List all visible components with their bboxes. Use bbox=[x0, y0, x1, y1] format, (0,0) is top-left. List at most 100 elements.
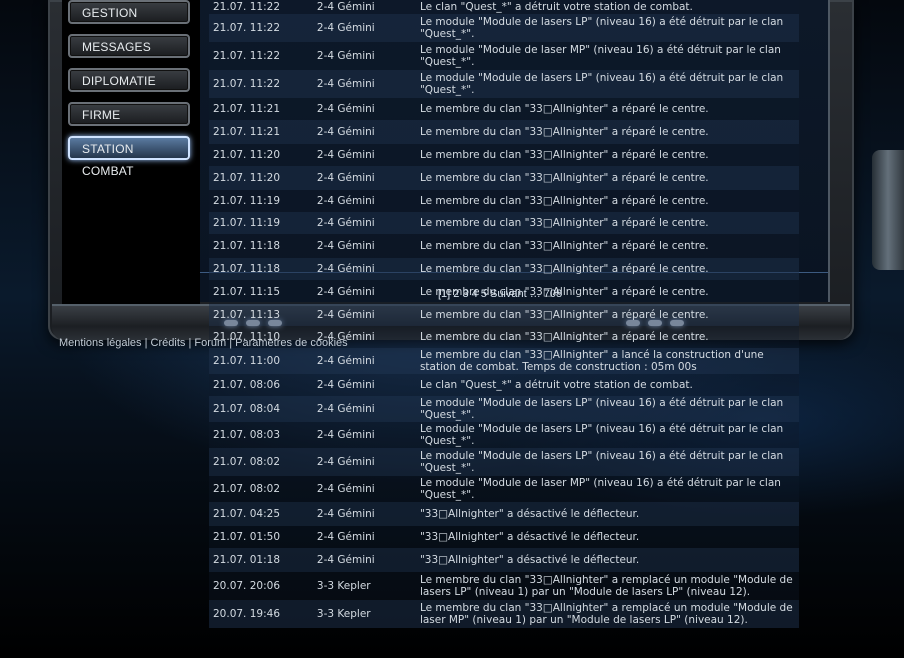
log-message: Le membre du clan "33□Allnighter" a lanc… bbox=[415, 348, 799, 374]
log-message: Le membre du clan "33□Allnighter" a répa… bbox=[415, 166, 799, 190]
log-message: Le membre du clan "33□Allnighter" a répa… bbox=[415, 234, 799, 258]
log-sector: 2-4 Gémini bbox=[312, 70, 416, 98]
log-row: 21.07. 08:06 2-4 Gémini Le clan "Quest_*" … bbox=[209, 374, 799, 396]
log-date: 21.07. 08:04 bbox=[209, 396, 313, 422]
log-message: Le membre du clan "33□Allnighter" a répa… bbox=[415, 326, 799, 348]
log-sector: 3-3 Kepler bbox=[312, 600, 416, 628]
log-message: Le membre du clan "33□Allnighter" a remp… bbox=[415, 572, 799, 600]
log-message: Le clan "Quest_*" a détruit votre statio… bbox=[415, 0, 799, 14]
footer-link-cookies[interactable]: Paramètres de cookies bbox=[235, 337, 348, 349]
menu-button-gestion[interactable]: GESTION bbox=[68, 0, 190, 24]
log-row: 21.07. 11:20 2-4 Gémini Le membre du clan … bbox=[209, 144, 799, 166]
log-row: 21.07. 08:03 2-4 Gémini Le module "Module … bbox=[209, 422, 799, 448]
log-message: Le membre du clan "33□Allnighter" a répa… bbox=[415, 304, 799, 326]
log-sector: 2-4 Gémini bbox=[312, 422, 416, 448]
log-sector: 2-4 Gémini bbox=[312, 280, 416, 304]
log-row: 21.07. 11:19 2-4 Gémini Le membre du clan … bbox=[209, 190, 799, 212]
log-sector: 2-4 Gémini bbox=[312, 448, 416, 476]
log-date: 21.07. 11:22 bbox=[209, 14, 313, 42]
station-graphic bbox=[872, 150, 904, 270]
log-date: 21.07. 01:50 bbox=[209, 526, 313, 548]
log-row: 21.07. 08:02 2-4 Gémini Le module "Module … bbox=[209, 476, 799, 502]
log-row: 21.07. 11:21 2-4 Gémini Le membre du clan … bbox=[209, 98, 799, 120]
log-message: Le membre du clan "33□Allnighter" a répa… bbox=[415, 120, 799, 144]
log-row: 21.07. 11:22 2-4 Gémini Le module "Module … bbox=[209, 42, 799, 70]
log-message: Le membre du clan "33□Allnighter" a remp… bbox=[415, 600, 799, 628]
log-message: "33□Allnighter" a désactivé le déflecteu… bbox=[415, 548, 799, 572]
log-date: 20.07. 20:06 bbox=[209, 572, 313, 600]
log-sector: 2-4 Gémini bbox=[312, 0, 416, 14]
log-date: 21.07. 11:00 bbox=[209, 348, 313, 374]
footer-link-credits[interactable]: Crédits bbox=[151, 337, 186, 349]
log-row: 21.07. 08:02 2-4 Gémini Le module "Module … bbox=[209, 448, 799, 476]
log-row: 21.07. 11:18 2-4 Gémini Le membre du clan … bbox=[209, 234, 799, 258]
log-date: 21.07. 11:22 bbox=[209, 70, 313, 98]
footer-separator: | bbox=[144, 337, 148, 349]
log-date: 21.07. 11:21 bbox=[209, 98, 313, 120]
combat-log-body: 21.07. 11:22 2-4 Gémini Le clan "Quest_*" … bbox=[209, 0, 799, 628]
log-row: 20.07. 20:06 3-3 Kepler Le membre du clan … bbox=[209, 572, 799, 600]
log-date: 21.07. 01:18 bbox=[209, 548, 313, 572]
log-date: 21.07. 11:20 bbox=[209, 144, 313, 166]
log-date: 20.07. 19:46 bbox=[209, 600, 313, 628]
log-sector: 2-4 Gémini bbox=[312, 476, 416, 502]
sidebar: GESTION MESSAGES DIPLOMATIE FIRME STATIO… bbox=[62, 0, 200, 306]
log-message: Le module "Module de lasers LP" (niveau … bbox=[415, 70, 799, 98]
footer-separator: | bbox=[188, 337, 192, 349]
log-sector: 2-4 Gémini bbox=[312, 98, 416, 120]
log-date: 21.07. 11:18 bbox=[209, 258, 313, 280]
log-row: 21.07. 11:21 2-4 Gémini Le membre du clan … bbox=[209, 120, 799, 144]
menu-button-station-combat[interactable]: STATION COMBAT bbox=[68, 136, 190, 178]
log-sector: 2-4 Gémini bbox=[312, 502, 416, 526]
log-date: 21.07. 11:22 bbox=[209, 42, 313, 70]
menu-button-diplomatie[interactable]: DIPLOMATIE bbox=[68, 68, 190, 92]
menu-button-firme[interactable]: FIRME bbox=[68, 102, 190, 126]
log-sector: 2-4 Gémini bbox=[312, 396, 416, 422]
log-date: 21.07. 04:25 bbox=[209, 502, 313, 526]
log-date: 21.07. 11:20 bbox=[209, 166, 313, 190]
log-message: Le module "Module de lasers LP" (niveau … bbox=[415, 396, 799, 422]
log-sector: 2-4 Gémini bbox=[312, 212, 416, 234]
log-sector: 2-4 Gémini bbox=[312, 144, 416, 166]
log-row: 21.07. 11:18 2-4 Gémini Le membre du clan … bbox=[209, 258, 799, 280]
footer-link-forum[interactable]: Forum bbox=[194, 337, 226, 349]
footer-links: Mentions légales | Crédits | Forum | Par… bbox=[59, 337, 348, 349]
log-row: 21.07. 11:22 2-4 Gémini Le module "Module … bbox=[209, 14, 799, 42]
log-row: 21.07. 11:13 2-4 Gémini Le membre du clan … bbox=[209, 304, 799, 326]
log-date: 21.07. 11:15 bbox=[209, 280, 313, 304]
log-date: 21.07. 11:21 bbox=[209, 120, 313, 144]
log-sector: 2-4 Gémini bbox=[312, 374, 416, 396]
log-sector: 2-4 Gémini bbox=[312, 304, 416, 326]
pagination[interactable]: [1] 2 3 4 5 Suivant … 708 bbox=[438, 288, 562, 300]
log-message: Le module "Module de laser MP" (niveau 1… bbox=[415, 476, 799, 502]
log-sector: 2-4 Gémini bbox=[312, 120, 416, 144]
log-row: 21.07. 08:04 2-4 Gémini Le module "Module … bbox=[209, 396, 799, 422]
log-date: 21.07. 11:18 bbox=[209, 234, 313, 258]
log-message: Le module "Module de lasers LP" (niveau … bbox=[415, 448, 799, 476]
log-row: 20.07. 19:46 3-3 Kepler Le membre du clan … bbox=[209, 600, 799, 628]
log-row: 21.07. 11:20 2-4 Gémini Le membre du clan … bbox=[209, 166, 799, 190]
log-message: Le membre du clan "33□Allnighter" a répa… bbox=[415, 212, 799, 234]
log-message: "33□Allnighter" a désactivé le déflecteu… bbox=[415, 502, 799, 526]
log-sector: 2-4 Gémini bbox=[312, 14, 416, 42]
log-date: 21.07. 11:19 bbox=[209, 190, 313, 212]
log-date: 21.07. 08:06 bbox=[209, 374, 313, 396]
log-date: 21.07. 11:13 bbox=[209, 304, 313, 326]
log-message: Le membre du clan "33□Allnighter" a répa… bbox=[415, 98, 799, 120]
log-date: 21.07. 08:02 bbox=[209, 448, 313, 476]
log-row: 21.07. 01:18 2-4 Gémini "33□Allnighter" a … bbox=[209, 548, 799, 572]
log-row: 21.07. 01:50 2-4 Gémini "33□Allnighter" a … bbox=[209, 526, 799, 548]
combat-log-table: 21.07. 11:22 2-4 Gémini Le clan "Quest_*" … bbox=[209, 0, 799, 628]
log-row: 21.07. 11:22 2-4 Gémini Le module "Module … bbox=[209, 70, 799, 98]
log-date: 21.07. 08:02 bbox=[209, 476, 313, 502]
footer-link-mentions[interactable]: Mentions légales bbox=[59, 337, 142, 349]
log-date: 21.07. 08:03 bbox=[209, 422, 313, 448]
log-message: Le membre du clan "33□Allnighter" a répa… bbox=[415, 144, 799, 166]
log-sector: 2-4 Gémini bbox=[312, 548, 416, 572]
log-sector: 2-4 Gémini bbox=[312, 42, 416, 70]
menu-button-messages[interactable]: MESSAGES bbox=[68, 34, 190, 58]
log-sector: 3-3 Kepler bbox=[312, 572, 416, 600]
log-sector: 2-4 Gémini bbox=[312, 234, 416, 258]
log-date: 21.07. 11:22 bbox=[209, 0, 313, 14]
log-message: Le module "Module de lasers LP" (niveau … bbox=[415, 422, 799, 448]
